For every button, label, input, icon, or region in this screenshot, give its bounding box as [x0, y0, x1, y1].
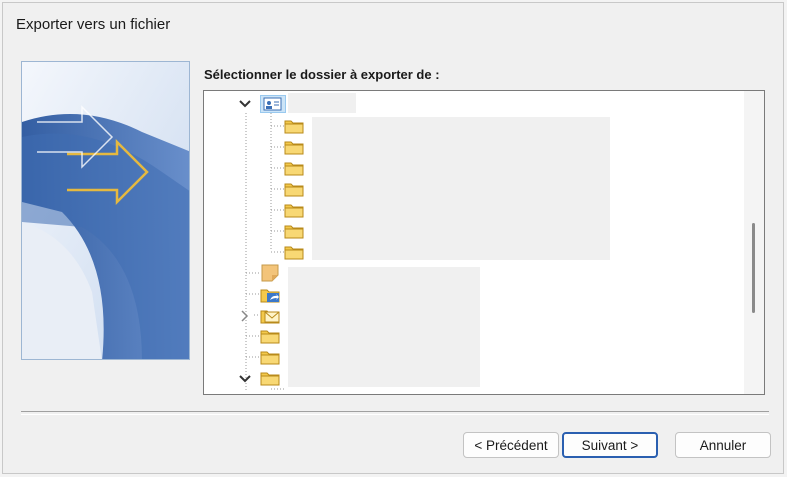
folder-tree[interactable] [203, 90, 765, 395]
redacted-names [288, 267, 480, 387]
folder-icon[interactable] [260, 349, 280, 365]
folder-icon[interactable] [284, 139, 304, 155]
chevron-right-icon[interactable] [238, 309, 252, 323]
back-button[interactable]: < Précédent [463, 432, 559, 458]
window-title: Exporter vers un fichier [16, 16, 171, 33]
select-folder-label: Sélectionner le dossier à exporter de : [204, 67, 440, 82]
redacted-name [288, 93, 356, 113]
export-dialog: Exporter vers un fichier Sélectionner le… [2, 2, 784, 474]
folder-icon[interactable] [284, 202, 304, 218]
sticky-note-icon[interactable] [260, 264, 280, 282]
folder-icon[interactable] [284, 223, 304, 239]
wizard-banner-image [21, 61, 190, 360]
folder-icon[interactable] [284, 244, 304, 260]
cancel-button[interactable]: Annuler [675, 432, 771, 458]
mail-folder-icon[interactable] [260, 307, 282, 325]
scrollbar-thumb[interactable] [752, 223, 755, 313]
folder-icon[interactable] [284, 118, 304, 134]
separator [21, 411, 769, 415]
contacts-icon[interactable] [260, 95, 286, 113]
folder-icon[interactable] [260, 328, 280, 344]
folder-icon[interactable] [260, 370, 280, 386]
vertical-scrollbar[interactable] [744, 91, 764, 394]
folder-icon[interactable] [284, 181, 304, 197]
folder-icon[interactable] [284, 160, 304, 176]
chevron-down-icon[interactable] [238, 372, 252, 386]
next-button[interactable]: Suivant > [562, 432, 658, 458]
shared-folder-icon[interactable] [260, 286, 282, 304]
redacted-names [312, 117, 610, 260]
chevron-down-icon[interactable] [238, 97, 252, 111]
